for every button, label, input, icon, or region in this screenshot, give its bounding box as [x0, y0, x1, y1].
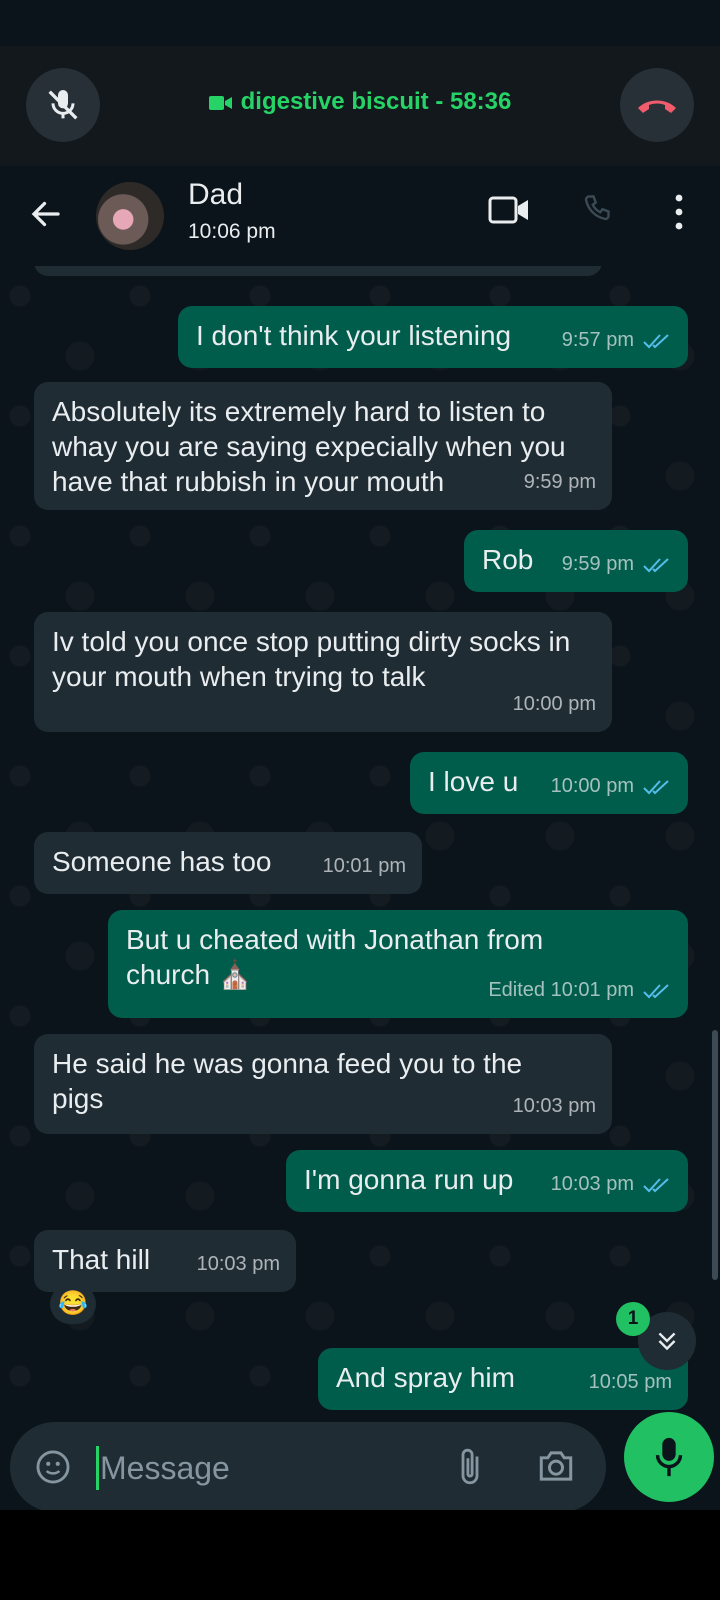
message-meta: 10:00 pm	[513, 687, 596, 722]
message-time: 10:03 pm	[512, 1095, 596, 1117]
sticker-icon[interactable]	[34, 1448, 72, 1486]
read-ticks-icon	[643, 557, 669, 572]
call-title-text: digestive biscuit - 58:36	[240, 88, 512, 115]
message-meta: 10:05 pm	[589, 1365, 672, 1400]
system-navigation-bar	[0, 1510, 720, 1600]
message-text: I love u	[428, 766, 519, 797]
message-time: 10:05 pm	[588, 1371, 672, 1393]
more-options-icon[interactable]	[666, 192, 692, 232]
message-input[interactable]	[98, 1440, 442, 1496]
message-time: 10:00 pm	[550, 775, 634, 797]
end-call-button[interactable]	[620, 68, 694, 142]
contact-name[interactable]: Dad	[188, 178, 243, 212]
phone-icon[interactable]	[580, 192, 616, 228]
video-call-button[interactable]	[488, 192, 530, 228]
message-meta: 9:59 pm	[524, 465, 596, 500]
message-text: Someone has too	[52, 846, 272, 877]
message-bubble-incoming[interactable]: Absolutely its extremely hard to listen …	[34, 382, 612, 510]
message-meta: 10:03 pm	[197, 1247, 280, 1282]
message-bubble-incoming[interactable]: Iv told you once stop putting dirty sock…	[34, 612, 612, 732]
message-text: I'm gonna run up	[304, 1164, 514, 1195]
message-bubble-outgoing[interactable]: And spray him 10:05 pm	[318, 1348, 688, 1410]
video-call-icon	[208, 95, 232, 110]
mic-icon	[655, 1437, 683, 1477]
attach-icon[interactable]	[454, 1446, 486, 1488]
message-meta: Edited 10:01 pm	[488, 973, 672, 1008]
chat-area[interactable]: 0:03 7:23 pm I don't think your listenin…	[0, 266, 720, 1410]
message-bubble-outgoing[interactable]: But u cheated with Jonathan from church …	[108, 910, 688, 1018]
message-time: 9:57 pm	[561, 329, 634, 351]
message-text: I don't think your listening	[196, 320, 512, 351]
message-composer[interactable]	[10, 1422, 606, 1512]
reaction-badge[interactable]: 😂	[50, 1284, 96, 1324]
call-title[interactable]: digestive biscuit - 58:36	[0, 88, 720, 116]
double-chevron-down-icon	[658, 1332, 676, 1351]
message-text: Absolutely its extremely hard to listen …	[52, 396, 566, 497]
message-meta: 10:00 pm	[551, 769, 672, 804]
message-time: 9:59 pm	[561, 553, 634, 575]
voice-duration: 0:03	[140, 266, 179, 274]
message-text: He said he was gonna feed you to the pig…	[52, 1048, 523, 1114]
message-meta: 9:59 pm	[562, 547, 672, 582]
back-arrow-icon[interactable]	[28, 196, 64, 232]
message-text: That hill	[52, 1244, 151, 1275]
voice-message-bubble[interactable]: 0:03 7:23 pm	[34, 266, 602, 276]
read-ticks-icon	[643, 983, 669, 998]
message-bubble-incoming[interactable]: That hill 10:03 pm	[34, 1230, 296, 1292]
status-bar	[0, 0, 720, 46]
contact-status[interactable]: 10:06 pm	[188, 220, 276, 244]
message-time: 10:01 pm	[322, 855, 406, 877]
unread-count-badge: 1	[616, 1302, 650, 1336]
message-time: 9:59 pm	[523, 471, 596, 493]
message-time: 7:23 pm	[404, 266, 476, 274]
read-ticks-icon	[643, 333, 669, 348]
message-bubble-incoming[interactable]: He said he was gonna feed you to the pig…	[34, 1034, 612, 1134]
camera-icon[interactable]	[536, 1448, 576, 1484]
chat-header: Dad 10:06 pm	[0, 166, 720, 266]
voice-record-button[interactable]	[624, 1412, 714, 1502]
message-bubble-outgoing[interactable]: I love u 10:00 pm	[410, 752, 688, 814]
message-time: 10:03 pm	[196, 1253, 280, 1275]
end-call-icon	[638, 100, 676, 113]
avatar[interactable]	[96, 182, 164, 250]
message-bubble-outgoing[interactable]: I'm gonna run up 10:03 pm	[286, 1150, 688, 1212]
scrollbar[interactable]	[712, 1030, 718, 1280]
ongoing-call-bar[interactable]: digestive biscuit - 58:36	[0, 46, 720, 166]
message-bubble-incoming[interactable]: Someone has too 10:01 pm	[34, 832, 422, 894]
message-bubble-outgoing[interactable]: Rob 9:59 pm	[464, 530, 688, 592]
message-meta: 10:03 pm	[551, 1167, 672, 1202]
message-time: Edited 10:01 pm	[488, 979, 634, 1001]
read-ticks-icon	[643, 1177, 669, 1192]
message-meta: 10:03 pm	[513, 1089, 596, 1124]
read-ticks-icon	[643, 779, 669, 794]
message-time: 10:03 pm	[550, 1173, 634, 1195]
message-meta: 9:57 pm	[562, 323, 672, 358]
message-text: Iv told you once stop putting dirty sock…	[52, 626, 571, 692]
message-text: Rob	[482, 544, 534, 575]
message-bubble-outgoing[interactable]: I don't think your listening 9:57 pm	[178, 306, 688, 368]
message-time: 10:00 pm	[512, 693, 596, 715]
message-meta: 10:01 pm	[323, 849, 406, 884]
message-text: And spray him	[336, 1362, 515, 1393]
